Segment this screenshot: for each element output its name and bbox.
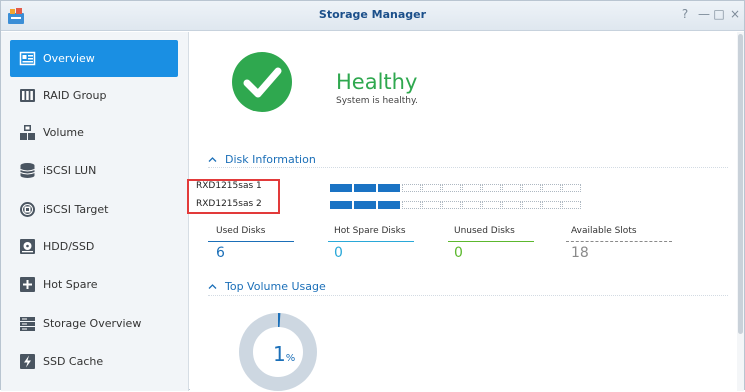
disk-slot-empty[interactable] xyxy=(462,201,481,209)
sidebar-item-label: iSCSI LUN xyxy=(43,164,97,177)
disk-slot-empty[interactable] xyxy=(542,184,561,192)
unused-disks-value: 0 xyxy=(454,245,463,261)
sidebar-item-raid-group[interactable]: RAID Group xyxy=(10,77,178,114)
disk-slot-used[interactable] xyxy=(354,184,376,192)
sidebar-item-label: SSD Cache xyxy=(43,355,104,368)
hot-spare-disks-label: Hot Spare Disks xyxy=(334,226,406,236)
storage-manager-window: Storage Manager ? — □ × Overview RAID Gr… xyxy=(0,0,745,391)
used-disks-label: Used Disks xyxy=(216,226,266,236)
overview-icon xyxy=(19,51,36,66)
top-volume-usage-header[interactable]: Top Volume Usage xyxy=(208,280,326,293)
sidebar-item-label: Storage Overview xyxy=(43,317,142,330)
main-panel: Healthy System is healthy. Disk Informat… xyxy=(190,32,737,391)
hdd-ssd-icon xyxy=(20,239,35,254)
section-title: Top Volume Usage xyxy=(225,280,326,293)
help-button[interactable]: ? xyxy=(678,7,692,21)
sidebar-item-iscsi-target[interactable]: iSCSI Target xyxy=(10,191,178,228)
health-message: System is healthy. xyxy=(336,96,418,106)
unused-disks-label: Unused Disks xyxy=(454,226,515,236)
minimize-button[interactable]: — xyxy=(697,7,711,21)
ssd-cache-icon xyxy=(20,354,35,369)
sidebar-item-storage-overview[interactable]: Storage Overview xyxy=(10,305,178,342)
health-status: Healthy xyxy=(336,70,418,94)
disk-slot-empty[interactable] xyxy=(522,201,541,209)
disk-slot-empty[interactable] xyxy=(442,184,461,192)
usage-value: 1 xyxy=(273,342,286,366)
sidebar-item-iscsi-lun[interactable]: iSCSI LUN xyxy=(10,152,178,189)
checkmark-icon xyxy=(232,52,292,112)
disk-slot-used[interactable] xyxy=(378,184,400,192)
sidebar-item-volume[interactable]: Volume xyxy=(10,114,178,151)
section-title: Disk Information xyxy=(225,153,316,166)
sidebar-item-label: iSCSI Target xyxy=(43,203,109,216)
storage-overview-icon xyxy=(20,317,35,331)
stat-underline xyxy=(208,241,294,242)
disk-slot-empty[interactable] xyxy=(442,201,461,209)
sidebar-item-ssd-cache[interactable]: SSD Cache xyxy=(10,343,178,380)
scrollbar-thumb[interactable] xyxy=(738,34,743,334)
chevron-up-icon xyxy=(208,284,217,289)
sidebar-item-overview[interactable]: Overview xyxy=(10,40,178,77)
disk-slot-empty[interactable] xyxy=(502,184,521,192)
enclosure-name[interactable]: RXD1215sas 2 xyxy=(196,199,262,209)
vertical-scrollbar[interactable] xyxy=(737,32,744,391)
disk-slot-empty[interactable] xyxy=(562,201,581,209)
close-button[interactable]: × xyxy=(728,7,742,21)
iscsi-target-icon xyxy=(20,202,35,217)
hot-spare-disks-value: 0 xyxy=(334,245,343,261)
used-disks-value: 6 xyxy=(216,245,225,261)
divider xyxy=(208,167,728,168)
disk-slot-empty[interactable] xyxy=(422,201,441,209)
sidebar-item-label: Volume xyxy=(43,126,84,139)
disk-slot-empty[interactable] xyxy=(422,184,441,192)
sidebar-item-hot-spare[interactable]: Hot Spare xyxy=(10,266,178,303)
sidebar-item-hdd-ssd[interactable]: HDD/SSD xyxy=(10,228,178,265)
disk-slot-empty[interactable] xyxy=(482,184,501,192)
disk-slot-used[interactable] xyxy=(330,184,352,192)
available-slots-label: Available Slots xyxy=(571,226,637,236)
stat-underline xyxy=(566,241,672,242)
disk-slot-empty[interactable] xyxy=(402,184,421,192)
hot-spare-icon xyxy=(20,277,35,292)
disk-information-header[interactable]: Disk Information xyxy=(208,153,316,166)
available-slots-value: 18 xyxy=(571,245,589,261)
iscsi-lun-icon xyxy=(20,163,35,178)
usage-unit: % xyxy=(285,353,296,364)
window-title: Storage Manager xyxy=(318,8,427,21)
sidebar-item-label: HDD/SSD xyxy=(43,240,95,253)
disk-slot-empty[interactable] xyxy=(462,184,481,192)
disk-slot-used[interactable] xyxy=(378,201,400,209)
sidebar-item-label: Overview xyxy=(43,52,95,65)
disk-slot-used[interactable] xyxy=(330,201,352,209)
enclosure-name[interactable]: RXD1215sas 1 xyxy=(196,181,262,191)
disk-slot-empty[interactable] xyxy=(482,201,501,209)
chevron-up-icon xyxy=(208,157,217,162)
volume-icon xyxy=(20,125,35,140)
divider xyxy=(208,295,728,296)
disk-slot-empty[interactable] xyxy=(522,184,541,192)
stat-underline xyxy=(448,241,534,242)
title-bar: Storage Manager ? — □ × xyxy=(1,1,744,31)
maximize-button[interactable]: □ xyxy=(712,7,726,21)
disk-slot-empty[interactable] xyxy=(562,184,581,192)
disk-slot-empty[interactable] xyxy=(502,201,521,209)
sidebar-item-label: Hot Spare xyxy=(43,278,98,291)
disk-slot-used[interactable] xyxy=(354,201,376,209)
disk-slot-empty[interactable] xyxy=(402,201,421,209)
raid-group-icon xyxy=(20,89,35,102)
stat-underline xyxy=(328,241,414,242)
volume-usage-percent: 1% xyxy=(273,342,295,366)
disk-slot-empty[interactable] xyxy=(542,201,561,209)
sidebar-item-label: RAID Group xyxy=(43,89,107,102)
sidebar: Overview RAID Group Volume iSCSI LUN iSC… xyxy=(1,32,189,391)
